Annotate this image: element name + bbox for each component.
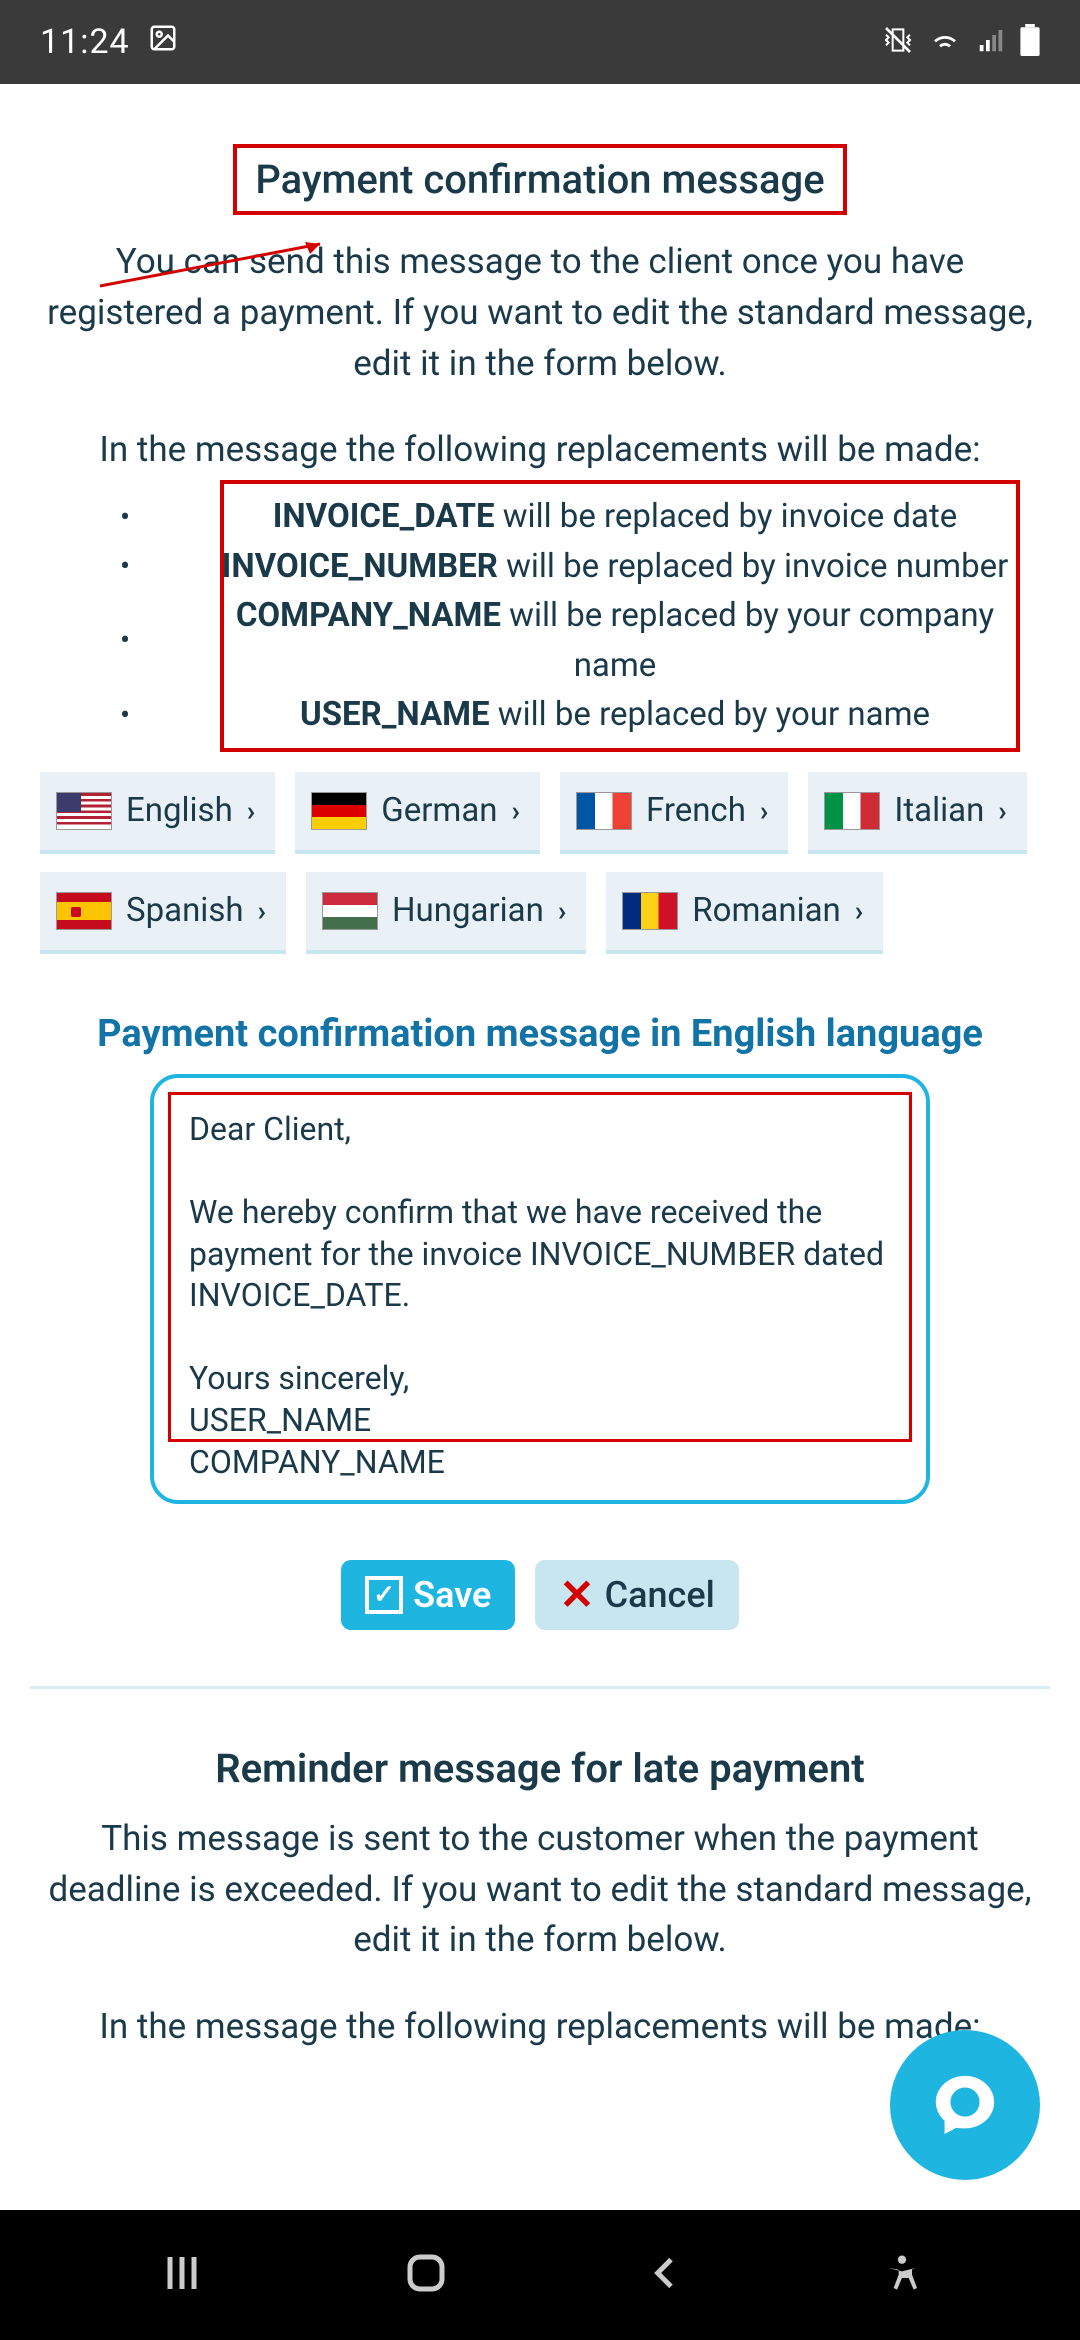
section-divider: [30, 1686, 1050, 1689]
lang-label: Hungarian: [392, 891, 544, 930]
reminder-section-title: Reminder message for late payment: [30, 1745, 1050, 1792]
message-textarea[interactable]: Dear Client, We hereby confirm that we h…: [168, 1092, 912, 1442]
signal-icon: [976, 25, 1006, 59]
wifi-icon: [928, 23, 962, 61]
reminder-replacements-intro: In the message the following replacement…: [30, 2006, 1050, 2047]
lang-tab-italian[interactable]: Italian ›: [808, 772, 1026, 854]
chevron-right-icon: ›: [998, 794, 1006, 827]
chat-icon: [930, 2070, 1000, 2140]
battery-icon: [1020, 24, 1040, 60]
lang-tab-spanish[interactable]: Spanish ›: [40, 872, 286, 954]
flag-hu-icon: [322, 892, 378, 930]
status-bar: 11:24: [0, 0, 1080, 84]
annotation-arrow: [90, 236, 340, 296]
chevron-right-icon: ›: [855, 894, 863, 927]
lang-tab-english[interactable]: English ›: [40, 772, 275, 854]
flag-ro-icon: [622, 892, 678, 930]
recents-button[interactable]: [158, 2249, 206, 2301]
save-label: Save: [413, 1574, 491, 1616]
status-time: 11:24: [40, 22, 130, 62]
lang-label: Romanian: [692, 891, 840, 930]
lang-label: Spanish: [126, 891, 244, 930]
chat-fab-button[interactable]: [890, 2030, 1040, 2180]
replacements-list: • INVOICE_DATE will be replaced by invoi…: [30, 488, 1050, 744]
flag-us-icon: [56, 792, 112, 830]
editor-container: Dear Client, We hereby confirm that we h…: [150, 1074, 930, 1504]
reminder-description: This message is sent to the customer whe…: [30, 1814, 1050, 1966]
flag-es-icon: [56, 892, 112, 930]
chevron-right-icon: ›: [512, 794, 520, 827]
chevron-right-icon: ›: [258, 894, 266, 927]
accessibility-button[interactable]: [882, 2253, 922, 2297]
editor-title: Payment confirmation message in English …: [30, 1012, 1050, 1056]
section-title: Payment confirmation message: [233, 144, 846, 215]
check-icon: ✓: [365, 1576, 403, 1614]
lang-tab-french[interactable]: French ›: [560, 772, 788, 854]
lang-label: German: [381, 791, 497, 830]
lang-label: English: [126, 791, 233, 830]
home-button[interactable]: [402, 2249, 450, 2301]
replacements-intro: In the message the following replacement…: [30, 429, 1050, 470]
chevron-right-icon: ›: [247, 794, 255, 827]
vibrate-icon: [882, 24, 914, 60]
flag-fr-icon: [576, 792, 632, 830]
android-nav-bar: [0, 2210, 1080, 2340]
lang-tab-romanian[interactable]: Romanian ›: [606, 872, 883, 954]
lang-tab-hungarian[interactable]: Hungarian ›: [306, 872, 586, 954]
replacement-item: • USER_NAME will be replaced by your nam…: [30, 690, 1050, 740]
image-icon: [148, 22, 178, 62]
chevron-right-icon: ›: [760, 794, 768, 827]
lang-label: Italian: [894, 791, 984, 830]
chevron-right-icon: ›: [558, 894, 566, 927]
replacement-item: • INVOICE_DATE will be replaced by invoi…: [30, 492, 1050, 542]
cancel-button[interactable]: ✕ Cancel: [535, 1560, 738, 1630]
cancel-label: Cancel: [605, 1574, 715, 1616]
flag-it-icon: [824, 792, 880, 830]
replacement-item: • COMPANY_NAME will be replaced by your …: [30, 591, 1050, 690]
save-button[interactable]: ✓ Save: [341, 1560, 515, 1630]
replacement-item: • INVOICE_NUMBER will be replaced by inv…: [30, 542, 1050, 592]
flag-de-icon: [311, 792, 367, 830]
download-icon: [196, 22, 222, 62]
lang-label: French: [646, 791, 746, 830]
lang-tab-german[interactable]: German ›: [295, 772, 540, 854]
close-icon: ✕: [559, 1570, 594, 1620]
content-area: Payment confirmation message You can sen…: [0, 84, 1080, 2210]
back-button[interactable]: [646, 2249, 686, 2301]
